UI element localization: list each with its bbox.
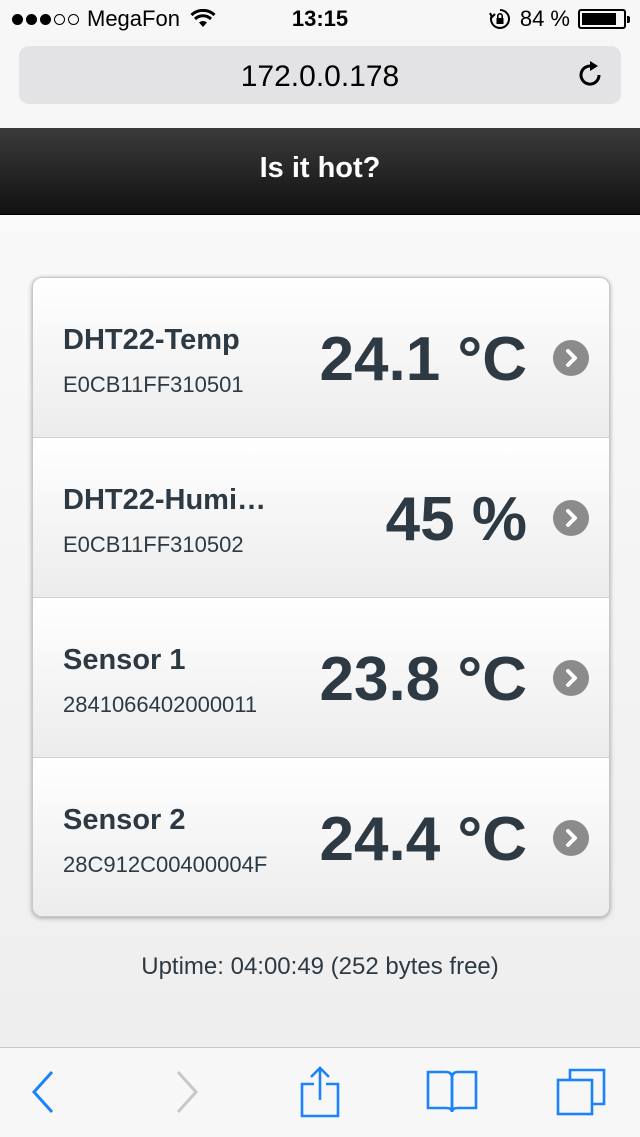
sensor-id: E0CB11FF310502 [63,532,244,557]
chevron-right-icon[interactable] [553,820,589,856]
sensor-name: DHT22-Humi… [63,484,267,516]
sensor-id: 2841066402000011 [63,692,258,717]
sensor-row[interactable]: DHT22-Humi… E0CB11FF310502 45 % [33,438,609,598]
share-icon[interactable] [292,1064,348,1120]
sensor-name: Sensor 2 [63,804,186,836]
sensor-row[interactable]: Sensor 2 28C912C00400004F 24.4 °C [33,758,609,916]
uptime-text: Uptime: 04:00:49 (252 bytes free) [141,953,499,980]
url-text[interactable]: 172.0.0.178 [19,60,621,94]
battery-icon [578,9,630,29]
chevron-right-icon[interactable] [553,660,589,696]
page-header: Is it hot? [0,128,640,215]
reload-icon[interactable] [573,58,607,92]
sensor-id: 28C912C00400004F [63,852,268,877]
bookmarks-icon[interactable] [424,1064,480,1120]
status-right: 84 % [488,6,630,32]
sensor-value: 24.1 °C [319,325,527,394]
sensor-value: 24.4 °C [319,805,527,874]
sensor-list: DHT22-Temp E0CB11FF310501 24.1 °C DHT22-… [32,277,610,917]
chevron-right-icon[interactable] [553,500,589,536]
chevron-right-icon[interactable] [553,340,589,376]
browser-toolbar [0,1047,640,1137]
battery-percent: 84 % [519,6,570,31]
forward-icon[interactable] [158,1064,214,1120]
address-bar[interactable]: 172.0.0.178 [19,46,621,104]
page-title: Is it hot? [259,152,381,184]
sensor-id: E0CB11FF310501 [63,372,244,397]
back-icon[interactable] [16,1064,72,1120]
sensor-name: DHT22-Temp [63,324,240,356]
sensor-row[interactable]: Sensor 1 2841066402000011 23.8 °C [33,598,609,758]
tabs-icon[interactable] [554,1064,610,1120]
sensor-name: Sensor 1 [63,644,186,676]
sensor-row[interactable]: DHT22-Temp E0CB11FF310501 24.1 °C [33,278,609,438]
sensor-value: 23.8 °C [319,645,527,714]
sensor-value: 45 % [385,485,527,554]
orientation-lock-icon [488,9,510,29]
status-bar: MegaFon 13:15 84 % [0,0,640,40]
main-content: DHT22-Temp E0CB11FF310501 24.1 °C DHT22-… [0,215,640,1047]
browser-address-area: 172.0.0.178 [0,40,640,128]
